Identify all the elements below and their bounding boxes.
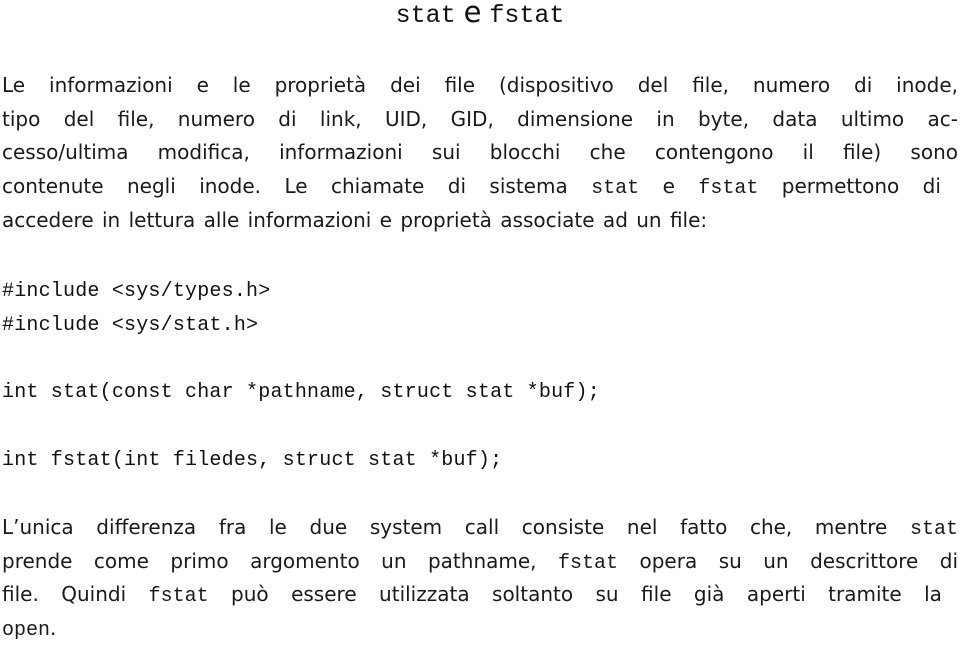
stat-signature: int stat(const char *pathname, struct st… <box>2 381 600 404</box>
page-title: stat e fstat <box>0 0 960 30</box>
fstat-signature: int fstat(int filedes, struct stat *buf)… <box>2 449 503 472</box>
text-run: L’unica differenza fra le due system cal… <box>2 515 910 539</box>
inline-code-fstat: fstat <box>698 177 759 201</box>
text-run: e <box>639 174 699 199</box>
paragraph-line: open. <box>2 612 958 646</box>
paragraph-line: cesso/ultima modifica, informazioni sui … <box>2 140 958 165</box>
inline-code-fstat: fstat <box>148 585 209 609</box>
text-run: prende come primo argomento un pathname, <box>2 548 559 573</box>
text-run: . <box>50 616 57 641</box>
intro-paragraph: Le informazioni e le proprietà dei file … <box>2 69 958 237</box>
inline-code-open: open <box>2 619 51 643</box>
paragraph-line: tipo del file, numero di link, UID, GID,… <box>2 106 958 131</box>
text-run: permettono di <box>758 174 941 199</box>
text-run: file. Quindi <box>2 582 149 607</box>
include-types-line: #include <sys/types.h> <box>2 280 271 303</box>
paragraph-line: prende come primo argomento un pathname,… <box>2 545 958 579</box>
title-stat: stat <box>395 1 456 30</box>
include-stat-line: #include <sys/stat.h> <box>2 314 259 337</box>
paragraph-line: accedere in lettura alle informazioni e … <box>2 207 708 232</box>
text-run: può essere utilizzata soltanto su file g… <box>208 582 942 607</box>
paragraph-line: Le informazioni e le proprietà dei file … <box>2 73 958 97</box>
inline-code-fstat: fstat <box>558 551 619 575</box>
paragraph-line: contenute negli inode. Le chiamate di si… <box>2 170 958 204</box>
text-run: contenute negli inode. Le chiamate di si… <box>2 174 592 199</box>
closing-paragraph: L’unica differenza fra le due system cal… <box>2 511 958 646</box>
inline-code-stat: stat <box>909 518 958 541</box>
text-run: opera su un descrittore di <box>618 548 959 573</box>
paragraph-line: file. Quindi fstat può essere utilizzata… <box>2 578 958 612</box>
paragraph-line: L’unica differenza fra le due system cal… <box>2 511 958 545</box>
inline-code-stat: stat <box>591 177 640 201</box>
title-fstat: fstat <box>489 1 565 30</box>
title-conjunction: e <box>463 0 482 29</box>
